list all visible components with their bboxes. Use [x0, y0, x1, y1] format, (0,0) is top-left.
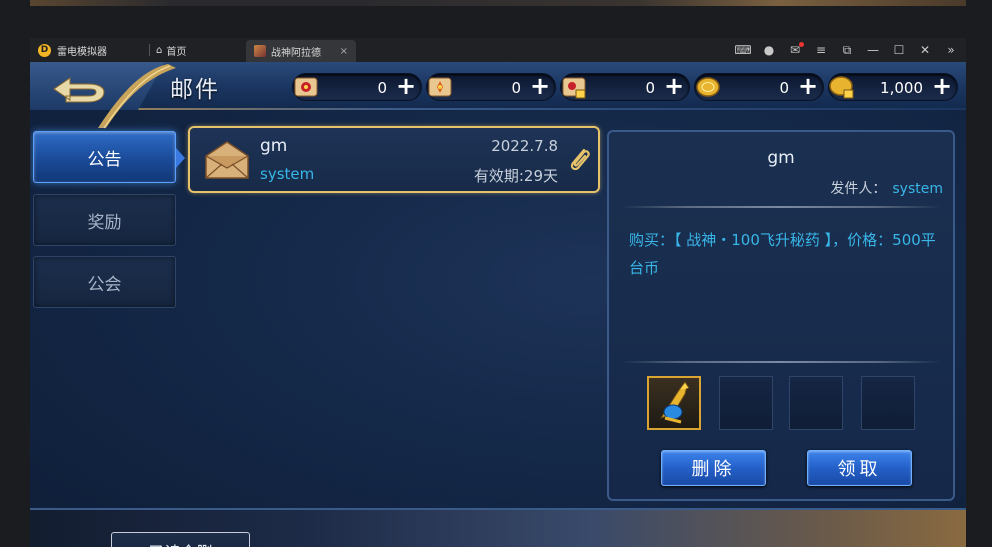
- attachment-slot-4[interactable]: [861, 376, 915, 430]
- game-tab[interactable]: 战神阿拉德 ×: [246, 40, 356, 62]
- home-tab-label: 首页: [166, 46, 187, 58]
- maximize-icon[interactable]: ☐: [892, 43, 906, 57]
- resource-red-scroll: 0 +: [292, 73, 422, 101]
- resource-value: 1,000: [880, 79, 923, 97]
- add-resource-button[interactable]: +: [663, 74, 685, 98]
- locked-gold-coin-icon: [825, 70, 859, 104]
- game-tab-icon: [254, 45, 266, 57]
- attachment-slot-1[interactable]: [647, 376, 701, 430]
- potion-item-icon: [659, 381, 690, 424]
- bottom-bar: 已读全删: [30, 508, 966, 547]
- mail-detail-panel: gm 发件人： system 购买：【 战神・100飞升秘药 】，价格：500平台…: [607, 130, 955, 501]
- emulator-titlebar: D 雷电模拟器 ⌂ 首页 战神阿拉德 × ⌨ ● ✉ ≡ ⧉ — ☐ ✕ »: [30, 38, 966, 62]
- mail-sender: gm: [260, 136, 288, 156]
- back-area: [30, 62, 180, 130]
- resource-value: 0: [645, 79, 655, 97]
- resource-value: 0: [511, 79, 521, 97]
- detail-title: gm: [767, 148, 795, 168]
- game-tab-label: 战神阿拉德: [271, 47, 321, 59]
- screen: D 雷电模拟器 ⌂ 首页 战神阿拉德 × ⌨ ● ✉ ≡ ⧉ — ☐ ✕ » 邮…: [0, 0, 992, 547]
- claim-button[interactable]: 领取: [807, 450, 912, 486]
- tab-close-icon[interactable]: ×: [340, 46, 348, 57]
- add-resource-button[interactable]: +: [797, 74, 819, 98]
- resource-pill: 0 +: [426, 73, 556, 101]
- attachment-slot-3[interactable]: [789, 376, 843, 430]
- resource-value: 0: [779, 79, 789, 97]
- sender-label: 发件人：: [830, 181, 887, 197]
- detail-sender-row: 发件人： system: [830, 178, 943, 198]
- resource-pill: 0 +: [560, 73, 690, 101]
- menu-icon[interactable]: ≡: [814, 43, 828, 57]
- restore-icon[interactable]: ⧉: [840, 43, 854, 58]
- add-resource-button[interactable]: +: [529, 74, 551, 98]
- resource-pill: 0 +: [694, 73, 824, 101]
- mail-list-item[interactable]: gm system 2022.7.8 有效期:29天: [188, 126, 600, 193]
- emulator-logo[interactable]: D 雷电模拟器: [38, 43, 143, 58]
- game-viewport: 邮件 0 + 0 + 0 + 0 + 1,000 + 公告 奖励 公会 gm s…: [30, 62, 966, 547]
- gold-coin-icon: [691, 70, 725, 104]
- back-arrow-icon: [53, 77, 105, 103]
- active-tab-arrow-icon: [176, 148, 185, 168]
- delete-all-read-button[interactable]: 已读全删: [111, 532, 250, 547]
- detail-body: 购买：【 战神・100飞升秘药 】，价格：500平台币: [629, 231, 936, 277]
- home-icon: ⌂: [156, 44, 163, 56]
- attachment-slot-2[interactable]: [719, 376, 773, 430]
- detail-divider: [621, 206, 941, 208]
- home-tab[interactable]: ⌂ 首页: [156, 43, 236, 58]
- resource-locked-gold-coin: 1,000 +: [828, 73, 958, 101]
- add-resource-button[interactable]: +: [931, 74, 953, 98]
- titlebar-divider: [149, 44, 150, 56]
- tab-label: 公会: [87, 274, 122, 295]
- message-icon[interactable]: ✉: [788, 42, 804, 57]
- tab-announcement[interactable]: 公告: [33, 131, 176, 183]
- gamepad-icon[interactable]: ⌨: [734, 43, 751, 57]
- resource-value: 0: [377, 79, 387, 97]
- resource-pill: 0 +: [292, 73, 422, 101]
- page-title: 邮件: [170, 77, 220, 103]
- locked-scroll-icon: [557, 70, 591, 104]
- red-scroll-icon: [289, 70, 323, 104]
- tab-guild[interactable]: 公会: [33, 256, 176, 308]
- emulator-logo-icon: D: [38, 43, 51, 57]
- attachment-divider: [621, 361, 941, 363]
- previous-frame-strip: [30, 0, 966, 6]
- tab-label: 奖励: [87, 212, 122, 233]
- resource-pill: 1,000 +: [828, 73, 958, 101]
- resource-gold-coin: 0 +: [694, 73, 824, 101]
- add-resource-button[interactable]: +: [395, 74, 417, 98]
- mail-expiry: 有效期:29天: [473, 167, 558, 185]
- mail-from: system: [260, 165, 315, 183]
- attachment-clip-icon: [570, 148, 590, 171]
- tab-label: 公告: [87, 149, 122, 170]
- sidebar-toggle-icon[interactable]: »: [944, 43, 958, 57]
- delete-button[interactable]: 删除: [661, 450, 766, 486]
- close-icon[interactable]: ✕: [918, 43, 932, 57]
- emulator-app-name: 雷电模拟器: [57, 46, 107, 58]
- tab-rewards[interactable]: 奖励: [33, 194, 176, 246]
- envelope-icon: [205, 141, 249, 179]
- mail-date: 2022.7.8: [491, 137, 558, 155]
- back-button[interactable]: [50, 72, 108, 106]
- resource-orange-scroll: 0 +: [426, 73, 556, 101]
- orange-scroll-icon: [423, 70, 457, 104]
- window-controls: ⌨ ● ✉ ≡ ⧉ — ☐ ✕ »: [734, 42, 958, 58]
- resource-locked-scroll: 0 +: [560, 73, 690, 101]
- account-icon[interactable]: ●: [762, 43, 776, 57]
- sender-value: system: [892, 181, 943, 197]
- minimize-icon[interactable]: —: [866, 43, 880, 57]
